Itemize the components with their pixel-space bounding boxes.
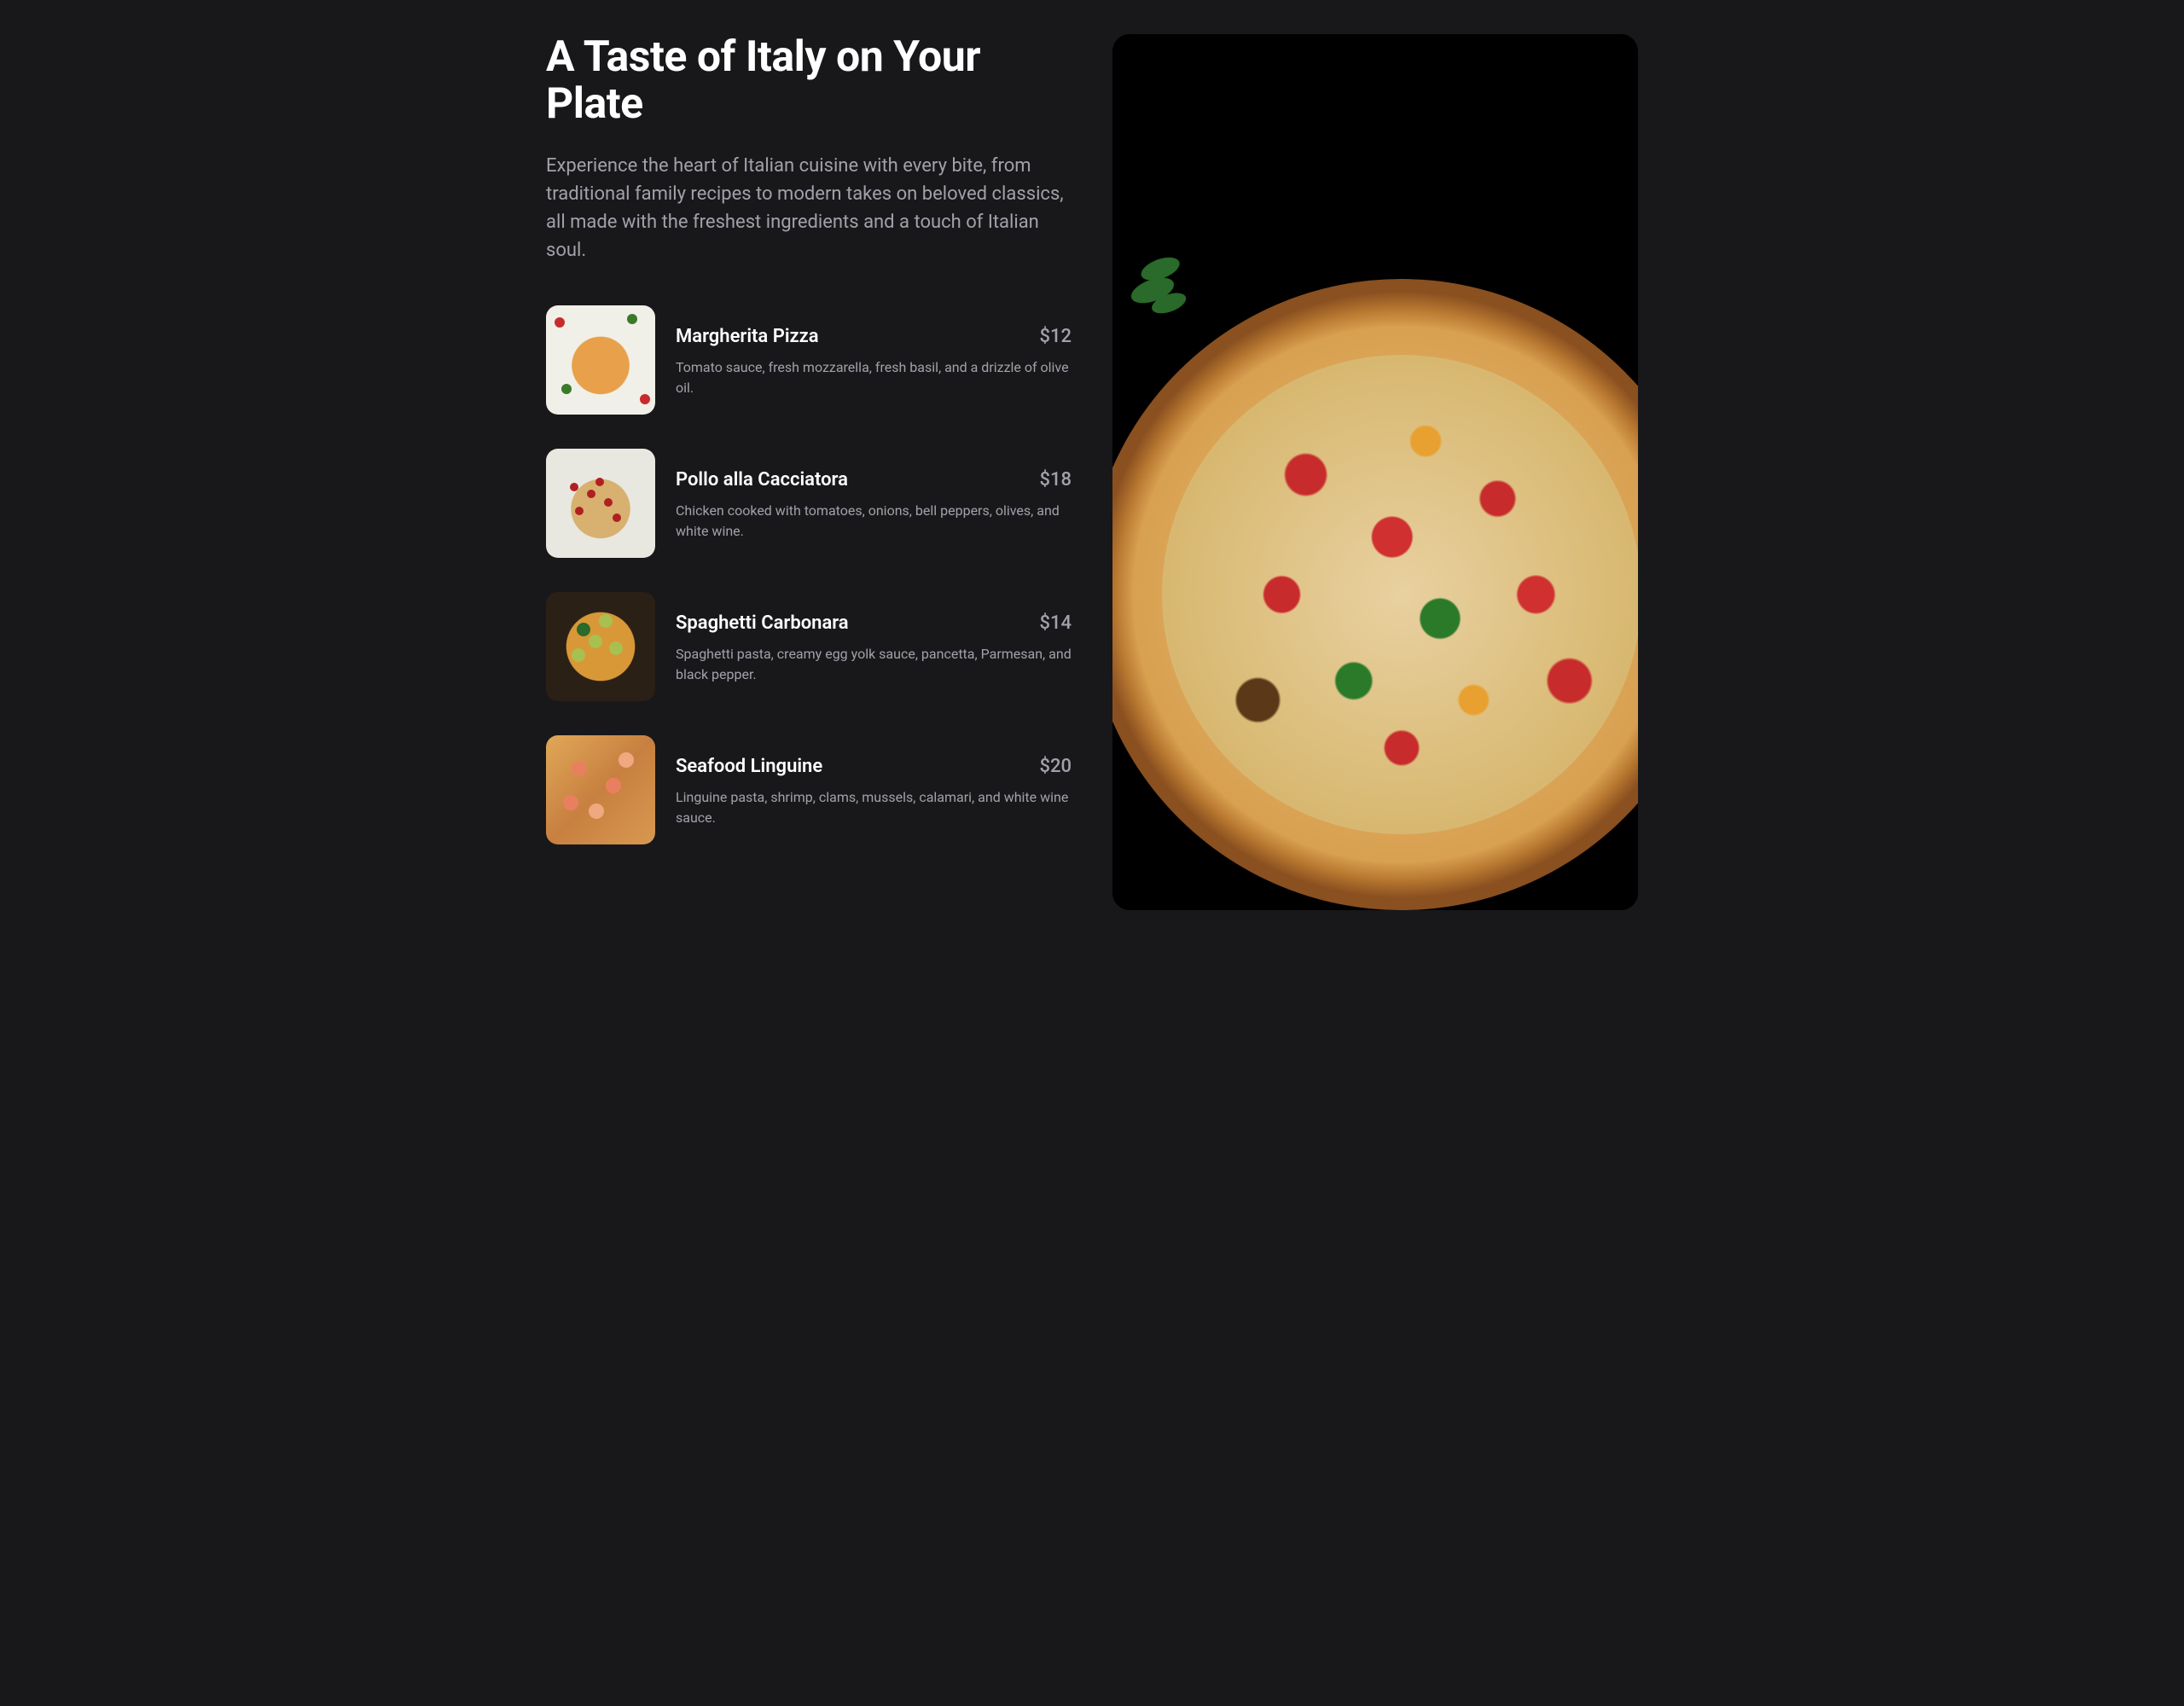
menu-item-header: Pollo alla Cacciatora $18 [676,469,1072,490]
dish-description: Spaghetti pasta, creamy egg yolk sauce, … [676,644,1072,685]
dish-price: $12 [1039,326,1072,347]
dish-thumbnail [546,735,655,844]
dish-description: Chicken cooked with tomatoes, onions, be… [676,501,1072,542]
page-container: A Taste of Italy on Your Plate Experienc… [546,34,1638,910]
dish-price: $18 [1039,469,1072,490]
dish-name: Spaghetti Carbonara [676,612,849,634]
dish-name: Seafood Linguine [676,756,822,777]
menu-item-header: Margherita Pizza $12 [676,326,1072,347]
image-column [1112,34,1638,910]
dish-thumbnail [546,305,655,415]
menu-item-header: Seafood Linguine $20 [676,756,1072,777]
menu-item-text: Spaghetti Carbonara $14 Spaghetti pasta,… [676,592,1072,685]
hero-image [1112,34,1638,910]
dish-name: Pollo alla Cacciatora [676,469,848,490]
menu-list: Margherita Pizza $12 Tomato sauce, fresh… [546,305,1072,844]
menu-item-text: Pollo alla Cacciatora $18 Chicken cooked… [676,449,1072,542]
page-title: A Taste of Italy on Your Plate [546,34,1072,128]
dish-price: $14 [1039,612,1072,634]
dish-name: Margherita Pizza [676,326,819,347]
pizza-photo [1112,279,1638,909]
menu-item-header: Spaghetti Carbonara $14 [676,612,1072,634]
dish-price: $20 [1039,756,1072,777]
menu-item-text: Margherita Pizza $12 Tomato sauce, fresh… [676,305,1072,398]
menu-item[interactable]: Pollo alla Cacciatora $18 Chicken cooked… [546,449,1072,558]
herb-garnish [1112,235,1210,342]
dish-thumbnail [546,449,655,558]
menu-item[interactable]: Spaghetti Carbonara $14 Spaghetti pasta,… [546,592,1072,701]
menu-item-text: Seafood Linguine $20 Linguine pasta, shr… [676,735,1072,828]
content-column: A Taste of Italy on Your Plate Experienc… [546,34,1072,910]
page-subtitle: Experience the heart of Italian cuisine … [546,152,1072,264]
dish-description: Tomato sauce, fresh mozzarella, fresh ba… [676,357,1072,398]
menu-item[interactable]: Margherita Pizza $12 Tomato sauce, fresh… [546,305,1072,415]
dish-description: Linguine pasta, shrimp, clams, mussels, … [676,787,1072,828]
menu-item[interactable]: Seafood Linguine $20 Linguine pasta, shr… [546,735,1072,844]
dish-thumbnail [546,592,655,701]
